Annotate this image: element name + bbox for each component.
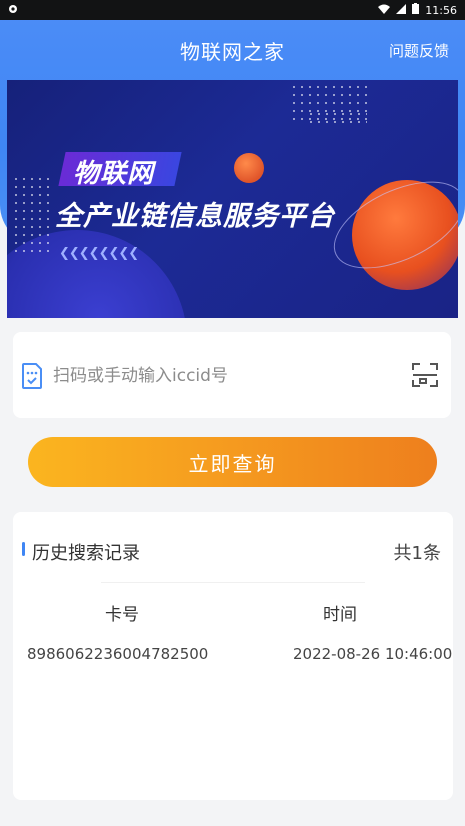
scan-icon[interactable]: [411, 361, 439, 389]
banner-dots: [307, 110, 367, 126]
banner-tag: 物联网: [73, 159, 155, 189]
banner-orb-small: [234, 153, 264, 183]
wifi-icon: [378, 4, 391, 17]
status-bar: 11:56: [0, 0, 465, 20]
section-marker: [22, 542, 25, 556]
row-card-number: 8986062236004782500: [27, 645, 209, 663]
feedback-link[interactable]: 问题反馈: [389, 40, 449, 61]
status-time: 11:56: [425, 3, 457, 17]
title-bar: 物联网之家 问题反馈: [0, 20, 465, 78]
history-card: 历史搜索记录 共1条 卡号 时间 8986062236004782500 202…: [13, 512, 453, 800]
search-card: [13, 332, 451, 418]
battery-icon: [412, 3, 420, 17]
banner-chevrons: ❮❮❮❮❮❮❮❮: [59, 246, 139, 261]
row-time: 2022-08-26 10:46:00: [293, 645, 453, 663]
banner-image[interactable]: 物联网 全产业链信息服务平台 ❮❮❮❮❮❮❮❮: [7, 80, 458, 318]
sim-card-icon: [21, 362, 43, 390]
history-title: 历史搜索记录: [32, 543, 140, 564]
history-count: 共1条: [393, 543, 441, 564]
signal-icon: [396, 3, 407, 17]
banner-dots: [12, 175, 52, 255]
banner-slogan: 全产业链信息服务平台: [55, 201, 335, 232]
divider: [101, 582, 365, 583]
iccid-search-input[interactable]: [53, 362, 403, 390]
column-header-time: 时间: [323, 605, 357, 625]
notification-icon: [8, 4, 18, 17]
column-header-card: 卡号: [105, 605, 139, 625]
query-button[interactable]: 立即查询: [28, 437, 437, 487]
